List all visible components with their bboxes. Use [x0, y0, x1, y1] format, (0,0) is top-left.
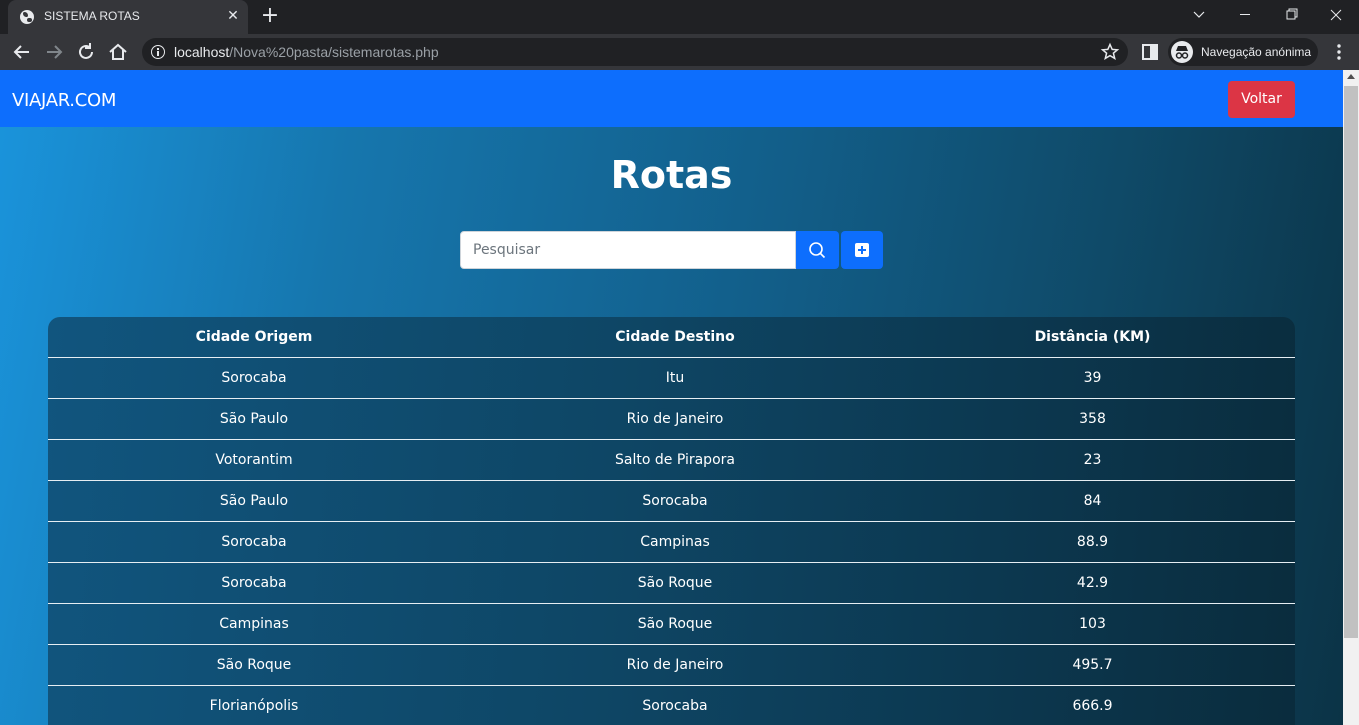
table-row: Campinas São Roque 103 [48, 603, 1295, 645]
distance-cell: 666.9 [890, 685, 1295, 725]
browser-menu-icon[interactable] [1329, 42, 1349, 62]
distance-cell: 42.9 [890, 562, 1295, 604]
incognito-label: Navegação anónima [1201, 45, 1312, 59]
table-row: São Paulo Sorocaba 84 [48, 480, 1295, 522]
destination-cell: Rio de Janeiro [460, 398, 890, 440]
origin-cell: São Paulo [48, 480, 460, 522]
forward-arrow-icon[interactable] [41, 39, 67, 65]
origin-cell: Florianópolis [48, 685, 460, 725]
url-path: /Nova%20pasta/sistemarotas.php [229, 44, 439, 60]
scroll-up-arrow-icon[interactable] [1347, 74, 1355, 79]
globe-icon [20, 10, 34, 24]
page-scrollbar[interactable] [1343, 70, 1359, 725]
destination-cell: Sorocaba [460, 685, 890, 725]
add-route-button[interactable] [841, 231, 883, 269]
distance-cell: 39 [890, 357, 1295, 399]
origin-cell: Sorocaba [48, 521, 460, 563]
restore-icon[interactable] [1268, 0, 1314, 30]
back-arrow-icon[interactable] [9, 39, 35, 65]
new-tab-icon[interactable]: + [258, 4, 282, 28]
origin-cell: São Paulo [48, 398, 460, 440]
routes-table: Cidade Origem Cidade Destino Distância (… [48, 317, 1295, 725]
destination-cell: Itu [460, 357, 890, 399]
header-destination: Cidade Destino [460, 317, 890, 358]
browser-toolbar: localhost/Nova%20pasta/sistemarotas.php … [0, 34, 1359, 70]
address-bar[interactable]: localhost/Nova%20pasta/sistemarotas.php [142, 38, 1128, 66]
header-distance: Distância (KM) [890, 317, 1295, 358]
table-row: São Roque Rio de Janeiro 495.7 [48, 644, 1295, 686]
incognito-icon [1171, 41, 1193, 63]
page-title: Rotas [610, 153, 733, 197]
distance-cell: 23 [890, 439, 1295, 481]
table-row: Florianópolis Sorocaba 666.9 [48, 685, 1295, 725]
search-icon [809, 242, 826, 259]
browser-tabstrip: SISTEMA ROTAS ✕ + [0, 0, 1359, 34]
table-row: Sorocaba Campinas 88.9 [48, 521, 1295, 563]
destination-cell: Rio de Janeiro [460, 644, 890, 686]
site-brand[interactable]: VIAJAR.COM [12, 90, 116, 111]
destination-cell: São Roque [460, 562, 890, 604]
incognito-indicator[interactable]: Navegação anónima [1168, 38, 1318, 66]
table-row: Sorocaba São Roque 42.9 [48, 562, 1295, 604]
distance-cell: 84 [890, 480, 1295, 522]
tab-title: SISTEMA ROTAS [44, 9, 140, 23]
close-tab-icon[interactable]: ✕ [224, 7, 242, 25]
url-host: localhost [174, 44, 230, 60]
destination-cell: Sorocaba [460, 480, 890, 522]
page-body: VIAJAR.COM Voltar Rotas Cidade Origem Ci… [0, 70, 1343, 725]
scrollbar-thumb[interactable] [1344, 86, 1358, 638]
distance-cell: 495.7 [890, 644, 1295, 686]
header-origin: Cidade Origem [48, 317, 460, 358]
window-close-icon[interactable] [1313, 0, 1359, 30]
back-button[interactable]: Voltar [1228, 81, 1295, 118]
page-viewport: VIAJAR.COM Voltar Rotas Cidade Origem Ci… [0, 70, 1359, 725]
routes-table-container: Cidade Origem Cidade Destino Distância (… [48, 317, 1295, 725]
minimize-icon[interactable] [1222, 0, 1268, 30]
table-header-row: Cidade Origem Cidade Destino Distância (… [48, 317, 1295, 358]
home-icon[interactable] [105, 39, 131, 65]
distance-cell: 358 [890, 398, 1295, 440]
destination-cell: São Roque [460, 603, 890, 645]
origin-cell: Sorocaba [48, 357, 460, 399]
table-row: Sorocaba Itu 39 [48, 357, 1295, 399]
bookmark-star-icon[interactable] [1100, 42, 1120, 62]
site-navbar: VIAJAR.COM Voltar [0, 70, 1343, 127]
destination-cell: Salto de Pirapora [460, 439, 890, 481]
plus-square-icon [855, 243, 869, 257]
url-text: localhost/Nova%20pasta/sistemarotas.php [174, 44, 439, 60]
destination-cell: Campinas [460, 521, 890, 563]
table-row: Votorantim Salto de Pirapora 23 [48, 439, 1295, 481]
site-info-icon[interactable] [151, 45, 165, 59]
distance-cell: 103 [890, 603, 1295, 645]
search-input[interactable] [460, 231, 796, 269]
origin-cell: São Roque [48, 644, 460, 686]
origin-cell: Votorantim [48, 439, 460, 481]
search-button[interactable] [796, 231, 839, 269]
browser-tab[interactable]: SISTEMA ROTAS ✕ [8, 0, 248, 34]
table-row: São Paulo Rio de Janeiro 358 [48, 398, 1295, 440]
distance-cell: 88.9 [890, 521, 1295, 563]
side-panel-icon[interactable] [1141, 43, 1159, 61]
origin-cell: Sorocaba [48, 562, 460, 604]
origin-cell: Campinas [48, 603, 460, 645]
tab-search-chevron-icon[interactable] [1176, 0, 1222, 30]
reload-icon[interactable] [73, 39, 99, 65]
